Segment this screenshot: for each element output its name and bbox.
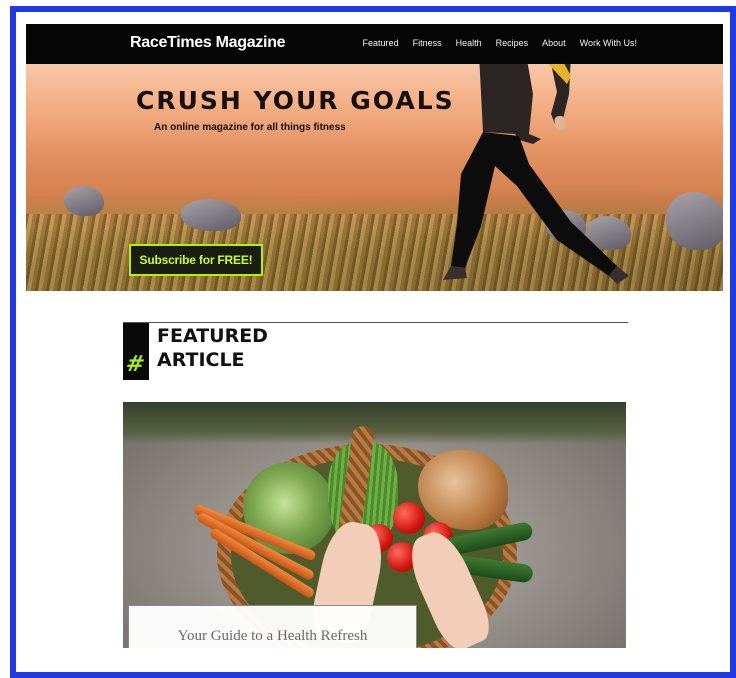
featured-heading-line1: FEATURED xyxy=(157,325,268,347)
hero-rock xyxy=(64,186,104,216)
subscribe-button[interactable]: Subscribe for FREE! xyxy=(129,244,263,276)
hero-rock xyxy=(666,192,723,250)
page-canvas: RaceTimes Magazine Featured Fitness Heal… xyxy=(16,12,730,672)
brand-logo[interactable]: RaceTimes Magazine xyxy=(130,34,286,52)
hero-banner: CRUSH YOUR GOALS An online magazine for … xyxy=(26,64,723,291)
featured-heading-line2: ARTICLE xyxy=(157,349,245,371)
featured-heading: FEATURED ARTICLE xyxy=(157,324,268,372)
nav-item-health[interactable]: Health xyxy=(456,38,482,48)
nav-item-about[interactable]: About xyxy=(542,38,566,48)
hero-subtitle: An online magazine for all things fitnes… xyxy=(154,122,346,133)
top-nav: RaceTimes Magazine Featured Fitness Heal… xyxy=(26,24,723,64)
nav-item-work-with-us[interactable]: Work With Us! xyxy=(580,38,637,48)
nav-item-featured[interactable]: Featured xyxy=(363,38,399,48)
tomato xyxy=(393,502,425,534)
featured-article-image[interactable]: Your Guide to a Health Refresh xyxy=(123,402,626,648)
featured-divider xyxy=(123,322,628,323)
image-foliage xyxy=(123,402,626,444)
nav-item-fitness[interactable]: Fitness xyxy=(413,38,442,48)
hero-title: CRUSH YOUR GOALS xyxy=(136,86,455,115)
hero-rock xyxy=(181,199,241,231)
nav-item-recipes[interactable]: Recipes xyxy=(496,38,529,48)
article-caption[interactable]: Your Guide to a Health Refresh xyxy=(128,605,417,648)
nav-menu: Featured Fitness Health Recipes About Wo… xyxy=(363,38,637,48)
window-frame: RaceTimes Magazine Featured Fitness Heal… xyxy=(10,6,736,678)
